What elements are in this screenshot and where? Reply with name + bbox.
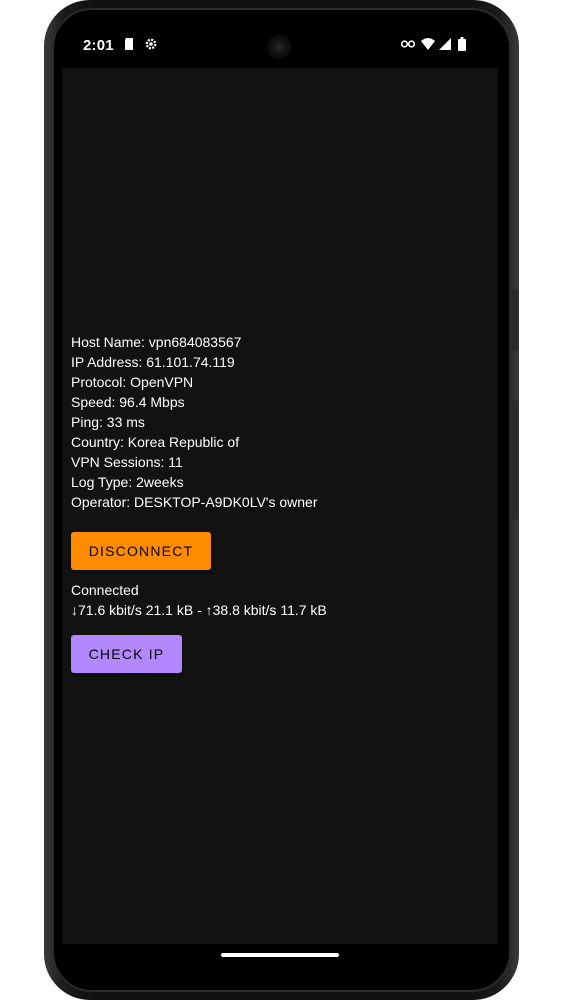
traffic-stats: ↓71.6 kbit/s 21.1 kB - ↑38.8 kbit/s 11.7… xyxy=(71,602,327,618)
power-button xyxy=(512,290,518,350)
log-type-text: Log Type: 2weeks xyxy=(71,474,184,490)
check-ip-button[interactable]: CHECK IP xyxy=(71,635,182,673)
disconnect-button[interactable]: DISCONNECT xyxy=(71,532,211,570)
ping-text: Ping: 33 ms xyxy=(71,414,145,430)
host-name-text: Host Name: vpn684083567 xyxy=(71,334,242,350)
phone-screen: 2:01 Host Name: vpn684083567 IP Address:… xyxy=(62,22,498,970)
stage: 2:01 Host Name: vpn684083567 IP Address:… xyxy=(0,0,563,1000)
wifi-icon xyxy=(421,38,435,50)
volume-button xyxy=(512,400,518,520)
front-camera xyxy=(267,35,291,59)
sd-card-icon xyxy=(125,38,133,50)
protocol-text: Protocol: OpenVPN xyxy=(71,374,194,390)
connection-status: Connected xyxy=(71,582,139,598)
battery-icon xyxy=(458,37,466,51)
country-text: Country: Korea Republic of xyxy=(71,434,240,450)
home-gesture-handle[interactable] xyxy=(221,953,339,957)
operator-text: Operator: DESKTOP-A9DK0LV's owner xyxy=(71,494,318,510)
speed-text: Speed: 96.4 Mbps xyxy=(71,394,185,410)
settings-gear-icon xyxy=(145,38,157,50)
status-time: 2:01 xyxy=(83,37,114,54)
navigation-bar xyxy=(62,944,498,970)
vpn-key-icon xyxy=(400,40,416,48)
cell-signal-icon xyxy=(439,38,451,50)
vpn-sessions-text: VPN Sessions: 11 xyxy=(71,454,183,470)
ip-address-text: IP Address: 61.101.74.119 xyxy=(71,354,235,370)
vpn-details: Host Name: vpn684083567 IP Address: 61.1… xyxy=(71,332,491,673)
status-bar: 2:01 xyxy=(62,22,498,68)
